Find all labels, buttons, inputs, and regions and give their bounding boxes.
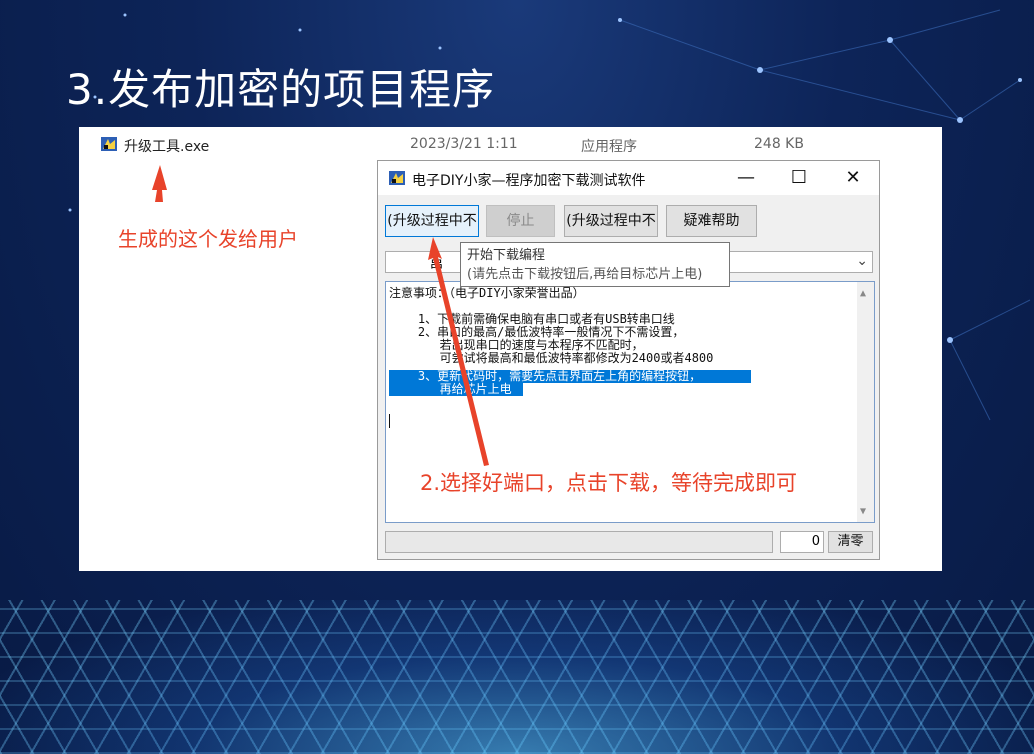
tooltip-title: 开始下载编程 — [467, 248, 546, 263]
tooltip-hint: (请先点击下载按钮后,再给目标芯片上电) — [467, 267, 703, 282]
tooltip: 开始下载编程 (请先点击下载按钮后,再给目标芯片上电) — [460, 242, 730, 287]
arrow-to-file — [152, 165, 167, 202]
annotation-arrows — [152, 165, 489, 466]
